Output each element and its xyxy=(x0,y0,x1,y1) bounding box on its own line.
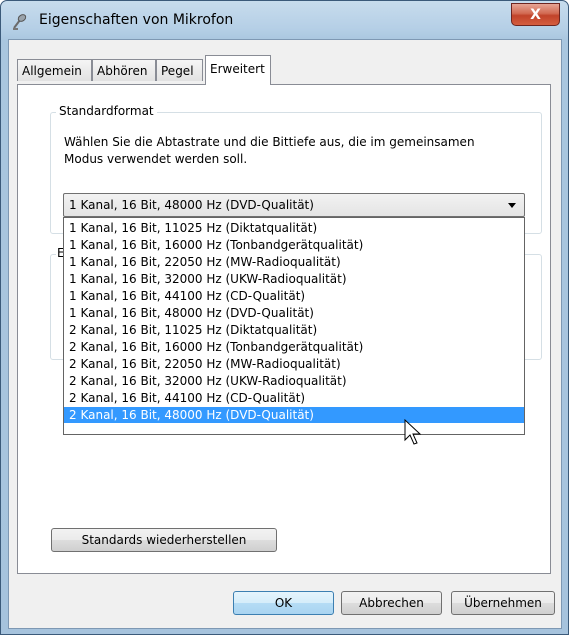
format-option[interactable]: 2 Kanal, 16 Bit, 32000 Hz (UKW-Radioqual… xyxy=(64,373,524,389)
apply-button[interactable]: Übernehmen xyxy=(451,591,555,615)
chevron-down-icon[interactable] xyxy=(508,203,516,208)
cancel-button[interactable]: Abbrechen xyxy=(341,591,442,615)
format-option[interactable]: 1 Kanal, 16 Bit, 48000 Hz (DVD-Qualität) xyxy=(64,305,524,321)
window-title: Eigenschaften von Mikrofon xyxy=(39,12,234,28)
tab-label: Allgemein xyxy=(22,64,82,78)
tab-allgemein[interactable]: Allgemein xyxy=(17,59,92,81)
tab-label: Abhören xyxy=(97,64,148,78)
format-option[interactable]: 1 Kanal, 16 Bit, 11025 Hz (Diktatqualitä… xyxy=(64,220,524,236)
format-option[interactable]: 2 Kanal, 16 Bit, 16000 Hz (Tonbandgerätq… xyxy=(64,339,524,355)
ok-button[interactable]: OK xyxy=(233,591,334,615)
format-select-value: 1 Kanal, 16 Bit, 48000 Hz (DVD-Qualität) xyxy=(69,198,314,212)
title-bar[interactable]: Eigenschaften von Mikrofon X xyxy=(1,1,568,39)
standardformat-description: Wählen Sie die Abtastrate und die Bittie… xyxy=(64,135,475,166)
format-option[interactable]: 1 Kanal, 16 Bit, 22050 Hz (MW-Radioquali… xyxy=(64,254,524,270)
tab-pegel[interactable]: Pegel xyxy=(156,59,203,81)
mouse-pointer-icon xyxy=(404,419,422,445)
close-button[interactable]: X xyxy=(511,3,560,26)
restore-defaults-button[interactable]: Standards wiederherstellen xyxy=(51,528,277,552)
format-select[interactable]: 1 Kanal, 16 Bit, 48000 Hz (DVD-Qualität) xyxy=(63,193,525,217)
format-option[interactable]: 2 Kanal, 16 Bit, 11025 Hz (Diktatqualitä… xyxy=(64,322,524,338)
tab-label: Pegel xyxy=(161,64,194,78)
format-option[interactable]: 1 Kanal, 16 Bit, 32000 Hz (UKW-Radioqual… xyxy=(64,271,524,287)
format-option-highlighted[interactable]: 2 Kanal, 16 Bit, 48000 Hz (DVD-Qualität) xyxy=(64,407,524,423)
tab-abhoeren[interactable]: Abhören xyxy=(92,59,156,81)
format-option[interactable]: 2 Kanal, 16 Bit, 22050 Hz (MW-Radioquali… xyxy=(64,356,524,372)
format-option[interactable]: 1 Kanal, 16 Bit, 44100 Hz (CD-Qualität) xyxy=(64,288,524,304)
format-dropdown-list: 1 Kanal, 16 Bit, 11025 Hz (Diktatqualitä… xyxy=(63,217,525,435)
format-option[interactable]: 2 Kanal, 16 Bit, 44100 Hz (CD-Qualität) xyxy=(64,390,524,406)
tab-erweitert[interactable]: Erweitert xyxy=(205,55,271,85)
format-option[interactable]: 1 Kanal, 16 Bit, 16000 Hz (Tonbandgerätq… xyxy=(64,237,524,253)
close-icon: X xyxy=(530,6,541,23)
tab-label: Erweitert xyxy=(210,62,265,76)
standardformat-label: Standardformat xyxy=(56,104,157,118)
microphone-icon xyxy=(13,14,27,30)
